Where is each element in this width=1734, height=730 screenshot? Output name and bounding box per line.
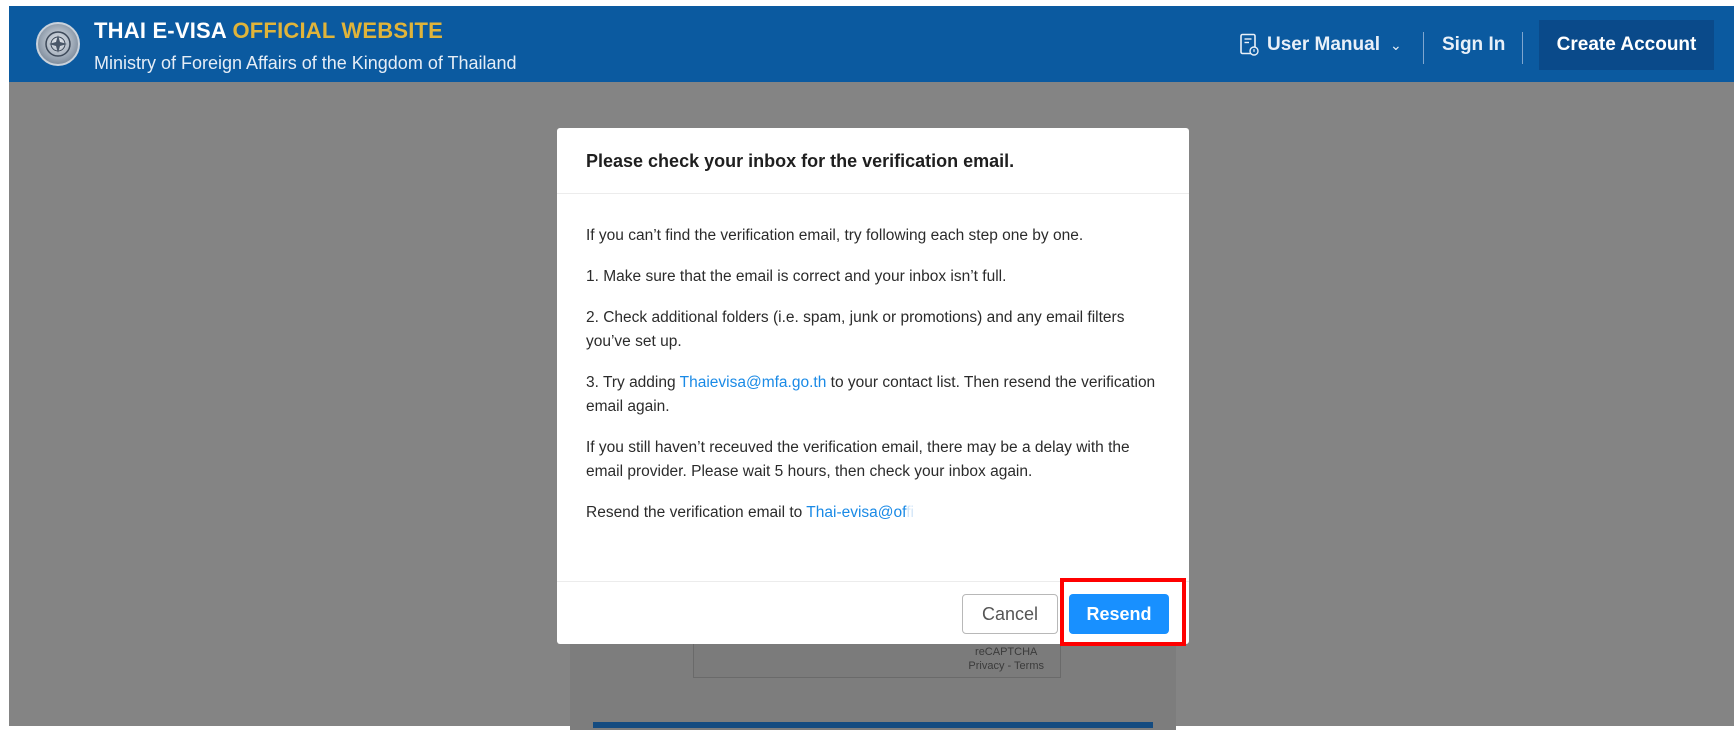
window-frame-left <box>0 0 9 726</box>
contact-email-link[interactable]: Thaievisa@mfa.go.th <box>680 374 827 391</box>
verification-email-dialog: Please check your inbox for the verifica… <box>557 128 1189 644</box>
dialog-step-2: 2. Check additional folders (i.e. spam, … <box>586 309 1125 350</box>
resend-target-email-redacted: fi <box>906 504 914 521</box>
background-submit-button <box>593 722 1153 728</box>
resend-highlight-box <box>1060 578 1186 646</box>
thai-seal-logo-icon[interactable] <box>36 22 80 66</box>
site-title-accent: OFFICIAL WEBSITE <box>232 18 444 43</box>
cancel-button[interactable]: Cancel <box>962 594 1058 634</box>
site-title-main: THAI E-VISA <box>94 18 227 43</box>
recaptcha-links[interactable]: Privacy - Terms <box>968 659 1044 673</box>
manual-book-icon <box>1240 33 1259 56</box>
nav-divider <box>1423 32 1424 64</box>
dialog-delay-note: If you still haven’t receuved the verifi… <box>586 439 1130 480</box>
dialog-step-3: 3. Try adding Thaievisa@mfa.go.th to you… <box>586 371 1166 419</box>
dialog-intro: If you can’t find the verification email… <box>586 227 1084 244</box>
chevron-down-icon: ⌄ <box>1389 36 1402 53</box>
dialog-header-divider <box>557 193 1189 194</box>
recaptcha-label: reCAPTCHA <box>975 646 1038 658</box>
dialog-title: Please check your inbox for the verifica… <box>586 151 1015 171</box>
resend-target-prefix: Resend the verification email to <box>586 504 803 521</box>
dialog-step-1: 1. Make sure that the email is correct a… <box>586 268 1007 285</box>
nav-divider <box>1522 32 1523 64</box>
user-manual-menu[interactable]: User Manual ⌄ <box>1239 30 1402 60</box>
dialog-resend-target: Resend the verification email to Thai-ev… <box>586 501 1166 525</box>
user-manual-label: User Manual <box>1267 34 1380 55</box>
create-account-button[interactable]: Create Account <box>1539 20 1714 70</box>
dialog-body: If you can’t find the verification email… <box>586 224 1166 542</box>
sign-in-link[interactable]: Sign In <box>1442 34 1505 56</box>
step-3-prefix: 3. Try adding <box>586 374 676 391</box>
resend-target-email: Thai-evisa@of <box>806 504 907 521</box>
site-header: THAI E-VISA OFFICIAL WEBSITE Ministry of… <box>9 6 1734 82</box>
site-title[interactable]: THAI E-VISA OFFICIAL WEBSITE <box>94 18 443 44</box>
site-subtitle: Ministry of Foreign Affairs of the Kingd… <box>94 53 517 73</box>
